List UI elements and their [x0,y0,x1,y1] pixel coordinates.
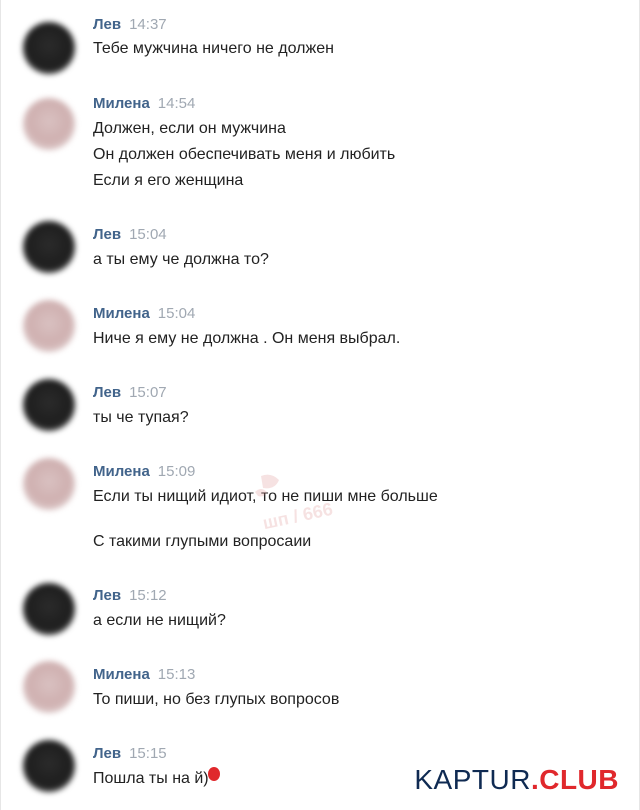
watermark-logo: шп / 666 [255,474,335,530]
message-time: 15:15 [129,745,167,762]
watermark-text: шп / 666 [261,499,335,530]
sender-name[interactable]: Лев [93,587,121,604]
sender-name[interactable]: Милена [93,305,150,322]
message-text: Если я его женщина [93,172,244,189]
message-header: Милена 15:09 [93,463,195,481]
message-text: Тебе мужчина ничего не должен [93,40,334,57]
brand-watermark: KAPTUR.CLUB [414,764,619,796]
message-header: Лев 15:12 [93,587,167,605]
message-time: 14:54 [157,95,196,112]
sender-name[interactable]: Лев [93,226,121,243]
sender-name[interactable]: Лев [93,16,121,33]
avatar[interactable] [23,22,75,74]
message-text: ты че тупая? [93,409,189,426]
message-text: Должен, если он мужчина [93,120,286,137]
message-time: 15:12 [129,587,167,604]
message-text: а ты ему че должна то? [93,251,269,268]
message-text: а если не нищий? [93,612,226,629]
message-text: То пиши, но без глупых вопросов [93,691,340,708]
message-text: Пошла ты на й) [93,770,209,787]
message-text: С такими глупыми вопросаии [93,533,312,550]
message-time: 15:04 [129,226,167,243]
message-text: Ниче я ему не должна . Он меня выбрал. [93,330,401,347]
message-time: 15:09 [157,463,196,480]
message-header: Милена 14:54 [93,95,195,113]
avatar[interactable] [23,740,75,792]
message-header: Лев 15:07 [93,384,167,402]
avatar[interactable] [23,221,75,273]
message-header: Милена 15:04 [93,305,195,323]
sender-name[interactable]: Милена [93,463,150,480]
message-text: Он должен обеспечивать меня и любить [93,146,396,163]
avatar[interactable] [23,661,75,713]
brand-part-1: KAPTUR [414,764,531,795]
message-header: Лев 14:37 [93,16,167,34]
message-time: 15:04 [157,305,196,322]
avatar[interactable] [23,300,75,352]
brand-part-2: .CLUB [530,764,619,795]
message-time: 15:13 [157,666,196,683]
message-header: Лев 15:04 [93,226,167,244]
sender-name[interactable]: Милена [93,95,150,112]
red-dot-overlay [208,767,220,781]
avatar[interactable] [23,379,75,431]
sender-name[interactable]: Лев [93,384,121,401]
message-time: 15:07 [129,384,167,401]
chat-window: Лев 14:37 Тебе мужчина ничего не должен М… [0,0,640,810]
message-header: Милена 15:13 [93,666,195,684]
avatar[interactable] [23,98,75,150]
sender-name[interactable]: Лев [93,745,121,762]
avatar[interactable] [23,458,75,510]
sender-name[interactable]: Милена [93,666,150,683]
message-time: 14:37 [129,16,167,33]
avatar[interactable] [23,583,75,635]
message-header: Лев 15:15 [93,745,167,763]
